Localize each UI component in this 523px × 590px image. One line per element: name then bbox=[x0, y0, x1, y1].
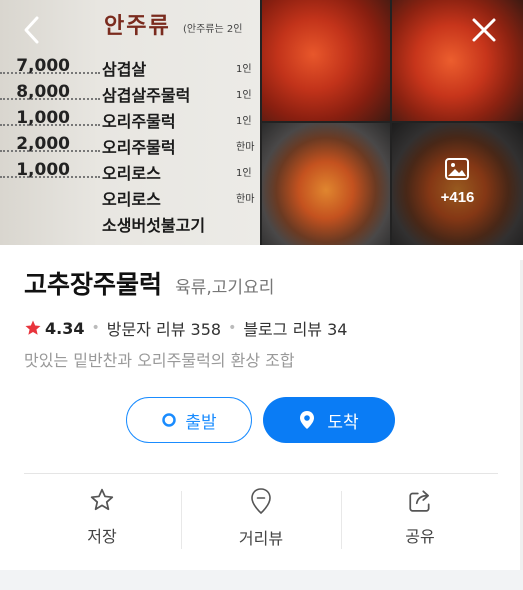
share-button[interactable]: 공유 bbox=[335, 487, 505, 553]
menu-item: 삼겹살 bbox=[102, 60, 147, 79]
rating-value: 4.34 bbox=[45, 318, 85, 338]
menu-note: 1인 bbox=[236, 64, 252, 75]
roadview-label: 거리뷰 bbox=[238, 529, 284, 548]
share-icon bbox=[409, 490, 430, 512]
more-photos-tile[interactable]: +416 bbox=[392, 123, 523, 245]
photo-grid[interactable]: 안주류 (안주류는 2인 7,000 삼겹살 1인 8,000 삼겹살주물럭 1… bbox=[0, 0, 523, 245]
image-icon bbox=[445, 158, 469, 180]
title-row: 고추장주물럭 육류,고기요리 bbox=[24, 265, 274, 301]
arrive-button[interactable]: 도착 bbox=[263, 397, 395, 443]
review-stats: 4.34 • 방문자 리뷰 358 • 블로그 리뷰 34 bbox=[24, 316, 347, 340]
roadview-pin-icon bbox=[251, 488, 271, 515]
menu-item: 오리로스 bbox=[102, 190, 161, 209]
location-pin-icon bbox=[300, 411, 315, 429]
menu-price: 1,000 bbox=[16, 160, 70, 180]
start-button-label: 출발 bbox=[185, 412, 217, 433]
menu-item: 소생버섯불고기 bbox=[102, 216, 206, 235]
divider bbox=[24, 473, 498, 474]
close-icon bbox=[472, 18, 496, 42]
menu-note: 한마 bbox=[236, 194, 255, 205]
menu-price: 8,000 bbox=[16, 82, 70, 102]
place-category: 육류,고기요리 bbox=[175, 278, 275, 298]
menu-subheading: (안주류는 2인 bbox=[183, 24, 243, 35]
menu-price: 2,000 bbox=[16, 134, 70, 154]
close-button[interactable] bbox=[464, 10, 504, 50]
save-button[interactable]: 저장 bbox=[17, 487, 187, 553]
place-info-card: 고추장주물럭 육류,고기요리 4.34 • 방문자 리뷰 358 • 블로그 리… bbox=[0, 245, 523, 570]
menu-item: 오리주물럭 bbox=[102, 138, 176, 157]
back-button[interactable] bbox=[12, 10, 52, 50]
star-icon bbox=[25, 320, 41, 335]
menu-note: 1인 bbox=[236, 90, 252, 101]
start-button[interactable]: 출발 bbox=[126, 397, 252, 443]
share-label: 공유 bbox=[405, 527, 435, 546]
place-description: 맛있는 밑반찬과 오리주물럭의 환상 조합 bbox=[24, 351, 295, 370]
visitor-review-link[interactable]: 방문자 리뷰 358 bbox=[107, 316, 221, 340]
menu-price: 1,000 bbox=[16, 108, 70, 128]
roadview-button[interactable]: 거리뷰 bbox=[176, 487, 346, 553]
blog-review-link[interactable]: 블로그 리뷰 34 bbox=[243, 316, 347, 340]
place-name: 고추장주물럭 bbox=[24, 270, 163, 299]
food-photo[interactable] bbox=[262, 123, 390, 245]
menu-item: 오리주물럭 bbox=[102, 112, 176, 131]
menu-item: 삼겹살주물럭 bbox=[102, 86, 191, 105]
menu-heading: 안주류 bbox=[104, 13, 171, 39]
menu-item: 오리로스 bbox=[102, 164, 161, 183]
more-photos-count: +416 bbox=[440, 189, 475, 206]
save-label: 저장 bbox=[87, 527, 117, 546]
origin-dot-icon bbox=[162, 413, 177, 427]
arrive-button-label: 도착 bbox=[327, 412, 359, 433]
food-photo[interactable] bbox=[262, 0, 390, 121]
menu-price: 7,000 bbox=[16, 56, 70, 76]
chevron-left-icon bbox=[24, 16, 39, 44]
menu-note: 1인 bbox=[236, 168, 252, 179]
menu-note: 한마 bbox=[236, 142, 255, 153]
star-outline-icon bbox=[90, 488, 114, 511]
menu-note: 1인 bbox=[236, 116, 252, 127]
